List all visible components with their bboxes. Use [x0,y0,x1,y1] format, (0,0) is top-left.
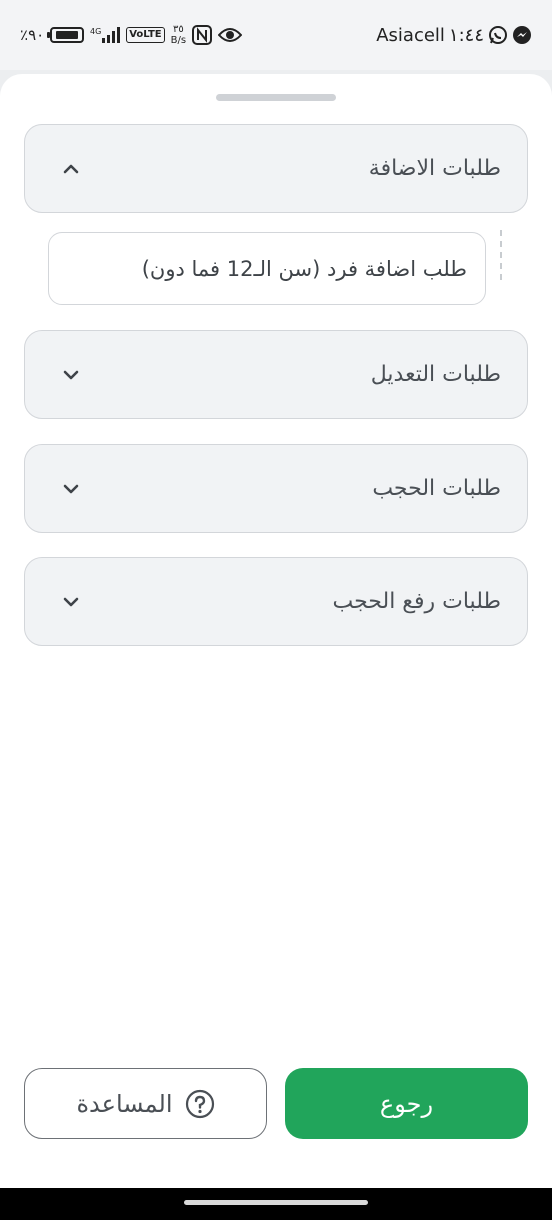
tree-connector [500,230,502,280]
speed-unit: B/s [170,35,187,46]
accordion-label: طلبات التعديل [370,362,501,387]
help-icon [185,1089,214,1118]
help-button[interactable]: المساعدة [24,1068,267,1139]
drag-handle[interactable] [216,94,336,101]
accordion-unblocks[interactable]: طلبات رفع الحجب [24,557,528,646]
help-button-label: المساعدة [76,1089,173,1118]
accordion-label: طلبات الحجب [372,476,501,501]
speed-value: ٣٥ [172,24,184,35]
chevron-down-icon [63,597,79,606]
status-bar: ٪٩٠ 4G VoLTE ٣٥ B/s Asiacell ١:٤٤ [0,0,552,70]
whatsapp-icon [489,26,507,44]
volte-icon: VoLTE [126,27,165,43]
navigation-bar [0,1188,552,1220]
sub-item-add-member[interactable]: طلب اضافة فرد (سن الـ12 فما دون) [48,232,486,305]
messenger-icon [513,26,531,44]
eye-icon [218,28,243,42]
battery-icon [47,27,85,43]
back-button-label: رجوع [379,1089,434,1118]
screen: ٪٩٠ 4G VoLTE ٣٥ B/s Asiacell ١:٤٤ طلبات … [0,0,552,1220]
sub-item-label: طلب اضافة فرد (سن الـ12 فما دون) [141,256,467,281]
network-speed: ٣٥ B/s [171,24,186,46]
accordion-additions[interactable]: طلبات الاضافة [24,124,528,213]
status-left: ٪٩٠ 4G VoLTE ٣٥ B/s [20,22,243,48]
nfc-icon [192,25,213,45]
svg-text:4G: 4G [90,27,101,36]
accordion-label: طلبات الاضافة [368,156,501,181]
clock: ١:٤٤ [448,24,484,46]
battery-percent: ٪٩٠ [20,26,45,44]
chevron-down-icon [63,484,79,493]
home-gesture-handle[interactable] [184,1200,368,1205]
bottom-sheet: طلبات الاضافة طلب اضافة فرد (سن الـ12 فم… [0,74,552,1188]
chevron-up-icon [63,164,79,173]
chevron-down-icon [63,370,79,379]
accordion-modifications[interactable]: طلبات التعديل [24,330,528,419]
accordion-label: طلبات رفع الحجب [332,589,501,614]
back-button[interactable]: رجوع [285,1068,528,1139]
accordion-blocks[interactable]: طلبات الحجب [24,444,528,533]
status-right: Asiacell ١:٤٤ [376,22,532,48]
carrier-name: Asiacell [376,24,445,46]
signal-icon: 4G [90,27,121,43]
